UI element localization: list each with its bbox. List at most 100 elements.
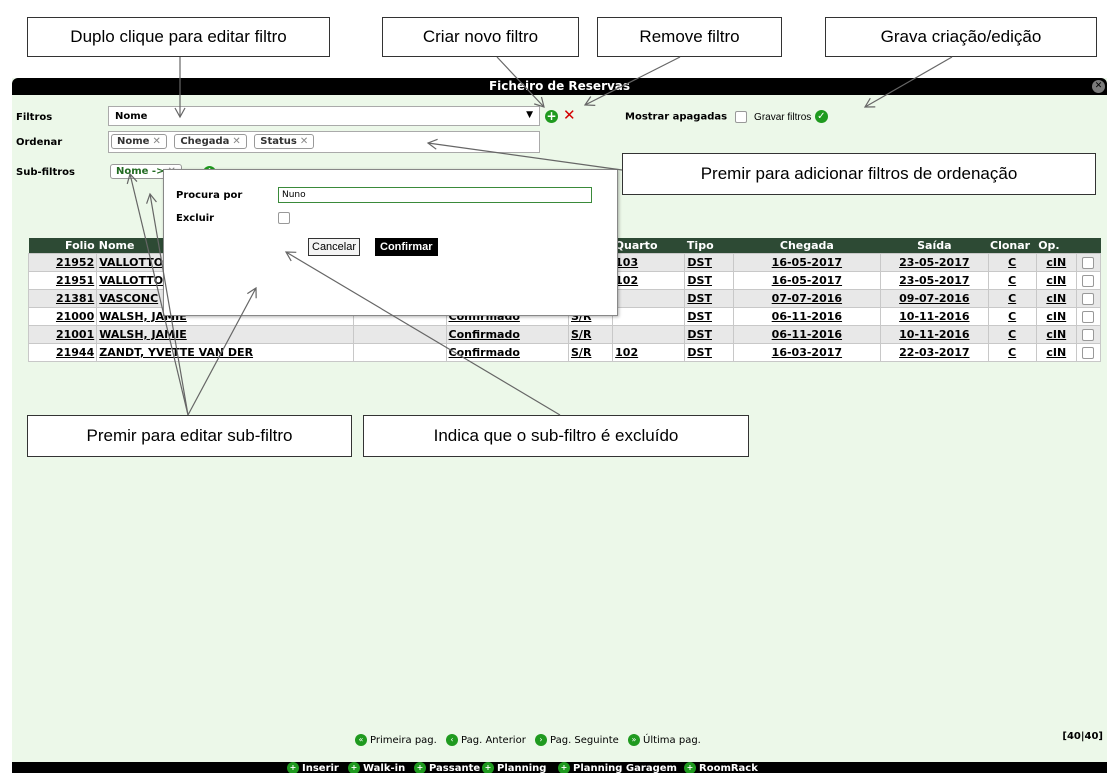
cancel-button[interactable]: Cancelar [308,238,361,256]
sort-tag-nome[interactable]: Nome ✕ [111,134,167,149]
cell-op[interactable]: cIN [1035,343,1077,362]
roomrack-button[interactable]: + RoomRack [684,762,758,773]
col-quarto[interactable]: Quarto [612,238,685,254]
cell-folio[interactable]: 21381 [27,289,98,308]
cell-clonar[interactable]: C [987,289,1037,308]
cell-sr[interactable]: S/R [567,325,614,344]
first-page-button[interactable]: «Primeira pag. [355,734,437,746]
cell-clonar[interactable]: C [987,325,1037,344]
cell-sr[interactable]: S/R [567,343,614,362]
cell-tipo[interactable]: DST [684,271,734,290]
walkin-button[interactable]: + Walk-in [348,762,405,773]
cell-select [1075,289,1102,308]
sort-tags-box[interactable]: Nome ✕ Chegada ✕ Status ✕ [108,131,540,153]
cell-chegada[interactable]: 16-05-2017 [732,253,882,272]
passante-button[interactable]: + Passante [414,762,480,773]
add-filter-icon[interactable]: + [545,110,558,123]
cell-chegada[interactable]: 16-05-2017 [732,271,882,290]
cell-clonar[interactable]: C [987,253,1037,272]
last-page-label: Última pag. [643,735,701,746]
col-saida[interactable]: Saída [880,238,989,254]
cell-tipo[interactable]: DST [684,289,734,308]
show-deleted-checkbox[interactable] [734,110,747,123]
cell-chegada[interactable]: 07-07-2016 [732,289,882,308]
cell-quarto[interactable] [612,289,686,308]
planning-button[interactable]: + Planning [482,762,546,773]
cell-saida[interactable]: 09-07-2016 [880,289,989,308]
cell-tipo[interactable]: DST [684,325,734,344]
sort-tag-status[interactable]: Status ✕ [254,134,315,149]
sort-tag-chegada[interactable]: Chegada ✕ [174,134,247,149]
cell-quarto[interactable] [612,307,686,326]
cell-clonar[interactable]: C [987,271,1037,290]
cell-op[interactable]: cIN [1035,271,1077,290]
cell-quarto[interactable]: 102 [612,271,686,290]
plus-icon: + [558,762,570,773]
close-icon[interactable]: ✕ [1092,80,1105,93]
subfilter-popup: Procura por Excluir Cancelar Confirmar [163,169,618,316]
cell-saida[interactable]: 23-05-2017 [880,271,989,290]
cell-tipo[interactable]: DST [684,307,734,326]
cell-chegada[interactable]: 06-11-2016 [732,307,882,326]
cell-clonar[interactable]: C [987,343,1037,362]
next-page-button[interactable]: › Pag. Seguinte [535,734,619,746]
row-checkbox[interactable] [1082,257,1095,269]
planning-label: Planning [497,763,547,773]
cell-saida[interactable]: 22-03-2017 [880,343,989,362]
row-checkbox[interactable] [1082,347,1095,359]
table-row[interactable]: 21944 ZANDT, YVETTE VAN DER Confirmado S… [27,343,1102,362]
plus-icon: + [482,762,494,773]
cell-quarto[interactable]: 103 [612,253,686,272]
cell-clonar[interactable]: C [987,307,1037,326]
pager: «Primeira pag. ‹ Pag. Anterior › Pag. Segu… [355,734,701,746]
planning-garage-button[interactable]: + Planning Garagem [558,762,677,773]
cell-nome[interactable]: WALSH, JAMIE [96,325,355,344]
col-chegada[interactable]: Chegada [733,238,881,254]
cell-saida[interactable]: 10-11-2016 [880,325,989,344]
cell-saida[interactable]: 23-05-2017 [880,253,989,272]
cell-chegada[interactable]: 16-03-2017 [732,343,882,362]
row-checkbox[interactable] [1082,293,1095,305]
cell-quarto[interactable]: 102 [612,343,686,362]
cell-tipo[interactable]: DST [684,253,734,272]
cell-folio[interactable]: 21952 [27,253,98,272]
cell-tipo[interactable]: DST [684,343,734,362]
confirm-button[interactable]: Confirmar [375,238,438,256]
filter-select[interactable]: Nome ▼ [108,106,540,126]
cell-op[interactable]: cIN [1035,325,1077,344]
cell-chegada[interactable]: 06-11-2016 [732,325,882,344]
row-checkbox[interactable] [1082,311,1095,323]
cell-status[interactable]: Confirmado [445,343,570,362]
cell-folio[interactable]: 21944 [27,343,98,362]
save-filters-icon[interactable]: ✓ [814,110,828,123]
col-tipo[interactable]: Tipo [684,238,734,254]
row-checkbox[interactable] [1082,329,1095,341]
cell-op[interactable]: cIN [1035,253,1077,272]
cell-op[interactable]: cIN [1035,307,1077,326]
subfilters-label: Sub-filtros [16,167,76,178]
cell-op[interactable]: cIN [1035,289,1077,308]
insert-button[interactable]: + Inserir [287,762,339,773]
cell-quarto[interactable] [612,325,686,344]
close-icon[interactable]: ✕ [232,136,240,147]
cell-nome[interactable]: ZANDT, YVETTE VAN DER [96,343,355,362]
col-folio[interactable]: Folio [28,238,97,254]
cell-status[interactable]: Confirmado [445,325,570,344]
close-icon[interactable]: ✕ [152,136,160,147]
remove-filter-icon[interactable]: ✕ [563,108,576,123]
roomrack-label: RoomRack [699,763,758,773]
planning-garage-label: Planning Garagem [573,763,677,773]
col-clonar: Clonar [988,238,1037,254]
prev-page-button[interactable]: ‹ Pag. Anterior [446,734,526,746]
close-icon[interactable]: ✕ [300,136,308,147]
table-row[interactable]: 21001 WALSH, JAMIE Confirmado S/R DST 06… [27,325,1102,344]
last-page-button[interactable]: » Última pag. [628,734,701,746]
search-input[interactable] [278,187,592,203]
walkin-label: Walk-in [363,763,406,773]
exclude-checkbox[interactable] [278,212,290,224]
row-checkbox[interactable] [1082,275,1095,287]
cell-folio[interactable]: 21001 [27,325,98,344]
cell-saida[interactable]: 10-11-2016 [880,307,989,326]
cell-folio[interactable]: 21000 [27,307,98,326]
cell-folio[interactable]: 21951 [27,271,98,290]
